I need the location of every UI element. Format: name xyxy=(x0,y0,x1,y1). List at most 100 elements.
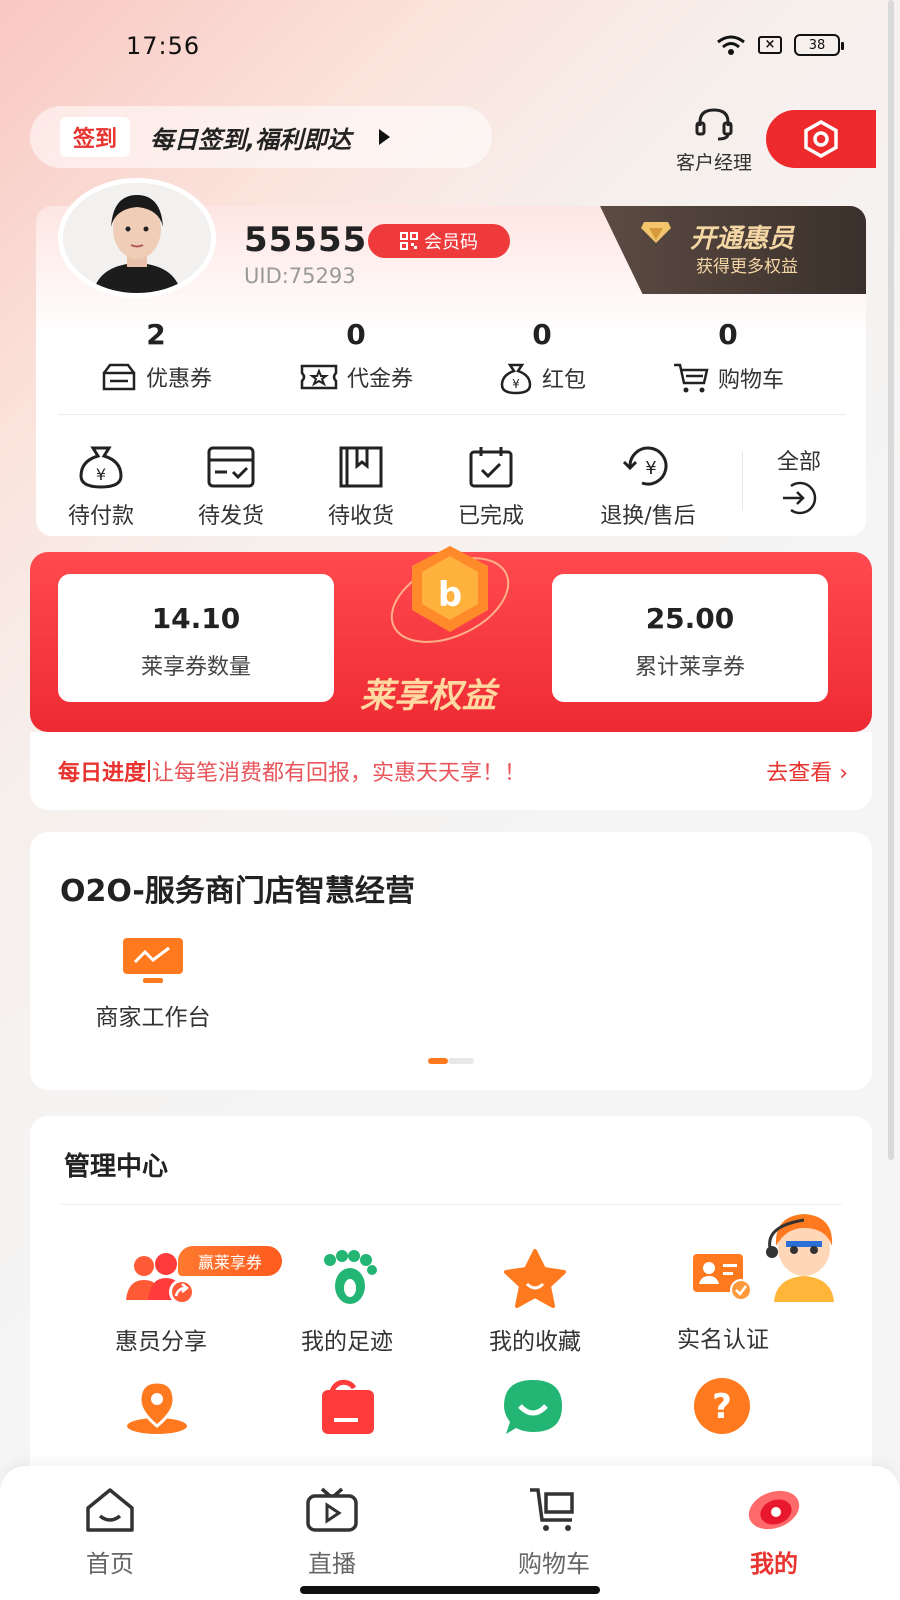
merchant-workbench-label: 商家工作台 xyxy=(95,1005,211,1031)
money-bag-icon: ¥ xyxy=(79,446,123,489)
coupon-quantity-label: 莱享券数量 xyxy=(140,655,251,680)
stat-coupons[interactable]: 2 优惠券 xyxy=(56,318,256,393)
order-label: 已完成 xyxy=(457,504,524,529)
o2o-title: O2O-服务商门店智慧经营 xyxy=(60,874,415,909)
daily-progress-label: 每日进度 xyxy=(58,761,147,786)
exchange-icon[interactable] xyxy=(312,1378,378,1436)
stat-red-packets[interactable]: 0 ¥ 红包 xyxy=(442,318,642,395)
stat-vouchers[interactable]: 0 代金券 xyxy=(256,318,456,393)
money-bag-icon: ¥ xyxy=(500,363,532,395)
coupon-count-box[interactable]: 14.10 莱享券数量 xyxy=(58,574,334,702)
cumulative-coupons-label: 累计莱享券 xyxy=(634,655,745,680)
banner-title: 莱享权益 xyxy=(360,676,496,716)
customer-manager-label: 客户经理 xyxy=(675,152,752,174)
nav-mine-label: 我的 xyxy=(750,1550,798,1578)
order-after-sales[interactable]: ¥ 退换/售后 xyxy=(568,444,728,530)
id-card-icon xyxy=(693,1254,752,1301)
hexagon-settings-icon xyxy=(804,119,838,159)
headset-icon xyxy=(695,108,733,141)
red-packet-count: 0 xyxy=(532,318,552,351)
divider xyxy=(60,1204,842,1205)
checkin-tag: 签到 xyxy=(60,117,130,157)
battery-icon: 38 xyxy=(794,34,844,56)
chat-bubble-icon[interactable] xyxy=(500,1378,566,1436)
checkin-pill[interactable]: 签到 每日签到,福利即达 xyxy=(30,106,492,168)
nav-home[interactable]: 首页 xyxy=(30,1486,190,1579)
svg-text:¥: ¥ xyxy=(645,458,656,479)
vip-title: 开通惠员 xyxy=(690,224,795,254)
avatar[interactable] xyxy=(58,178,216,298)
nav-live-label: 直播 xyxy=(308,1550,356,1578)
nav-mine[interactable]: 我的 xyxy=(694,1486,854,1579)
order-pending-shipment[interactable]: 待发货 xyxy=(166,444,296,530)
customer-manager-button[interactable]: 客户经理 xyxy=(664,106,764,175)
cart-count: 0 xyxy=(718,318,738,351)
status-icons: × 38 xyxy=(716,34,844,56)
diamond-icon xyxy=(641,222,671,243)
cumulative-coupons: 25.00 xyxy=(645,602,735,635)
cart-label: 购物车 xyxy=(717,368,784,393)
help-icon[interactable]: ? xyxy=(690,1376,754,1436)
wifi-icon xyxy=(717,35,745,55)
checkin-text: 每日签到,福利即达 xyxy=(150,125,352,154)
avatar-photo xyxy=(63,183,211,293)
order-label: 待付款 xyxy=(67,504,134,529)
package-icon xyxy=(339,446,383,488)
svg-text:?: ? xyxy=(712,1387,732,1427)
red-packet-label: 红包 xyxy=(541,368,586,393)
order-all[interactable]: 全部 xyxy=(744,440,854,522)
page-indicator-active xyxy=(428,1058,448,1064)
tv-play-icon xyxy=(306,1487,358,1532)
sim-icon: × xyxy=(758,36,782,54)
order-label: 待发货 xyxy=(197,504,264,529)
my-favorites-button[interactable]: 我的收藏 xyxy=(450,1248,620,1356)
monitor-chart-icon xyxy=(123,938,183,983)
order-completed[interactable]: 已完成 xyxy=(426,444,556,530)
page-indicator xyxy=(448,1058,474,1064)
mine-active-icon xyxy=(748,1490,800,1530)
order-pending-receipt[interactable]: 待收货 xyxy=(296,444,426,530)
order-label: 待收货 xyxy=(327,504,394,529)
nav-home-label: 首页 xyxy=(86,1550,134,1578)
divider xyxy=(58,414,846,415)
nav-live[interactable]: 直播 xyxy=(252,1486,412,1579)
my-footprints-button[interactable]: 我的足迹 xyxy=(262,1248,432,1356)
all-label: 全部 xyxy=(776,450,821,475)
member-share-label: 惠员分享 xyxy=(115,1329,207,1355)
home-indicator[interactable] xyxy=(300,1586,600,1594)
settings-button[interactable] xyxy=(766,110,876,168)
order-label: 退换/售后 xyxy=(600,504,696,529)
arrow-circle-icon xyxy=(783,481,817,515)
divider xyxy=(148,760,151,782)
cumulative-coupon-box[interactable]: 25.00 累计莱享券 xyxy=(552,574,828,702)
voucher-icon xyxy=(300,364,338,390)
coupon-label: 优惠券 xyxy=(145,367,212,392)
stat-cart[interactable]: 0 购物车 xyxy=(628,318,828,395)
customer-service-mascot[interactable] xyxy=(756,1206,852,1306)
daily-progress-row[interactable]: 每日进度 让每笔消费都有回报，实惠天天享！！ 去查看 › xyxy=(30,732,872,810)
play-arrow-icon xyxy=(379,129,391,145)
qr-code-icon xyxy=(400,232,418,250)
location-pin-icon[interactable] xyxy=(124,1380,190,1436)
nav-cart-label: 购物车 xyxy=(518,1550,590,1578)
username: 55555 xyxy=(244,220,368,260)
calendar-check-icon xyxy=(469,447,513,488)
my-favorites-label: 我的收藏 xyxy=(489,1329,581,1355)
member-code-button[interactable]: 会员码 xyxy=(368,224,510,258)
cart-icon xyxy=(530,1488,574,1531)
merchant-workbench-button[interactable]: 商家工作台 xyxy=(68,936,238,1032)
order-pending-payment[interactable]: ¥ 待付款 xyxy=(36,444,166,530)
view-link[interactable]: 去查看 › xyxy=(766,755,848,787)
scrollbar[interactable] xyxy=(888,0,894,1160)
coupon-icon xyxy=(102,363,136,391)
user-id: UID:75293 xyxy=(244,264,356,288)
coupon-count: 2 xyxy=(146,318,166,351)
status-time: 17:56 xyxy=(126,32,201,60)
svg-text:¥: ¥ xyxy=(512,377,520,391)
divider xyxy=(742,452,743,510)
manage-title: 管理中心 xyxy=(64,1152,169,1182)
star-icon xyxy=(504,1249,566,1308)
voucher-label: 代金券 xyxy=(346,367,413,392)
nav-cart[interactable]: 购物车 xyxy=(474,1486,634,1579)
my-footprints-label: 我的足迹 xyxy=(301,1329,393,1355)
